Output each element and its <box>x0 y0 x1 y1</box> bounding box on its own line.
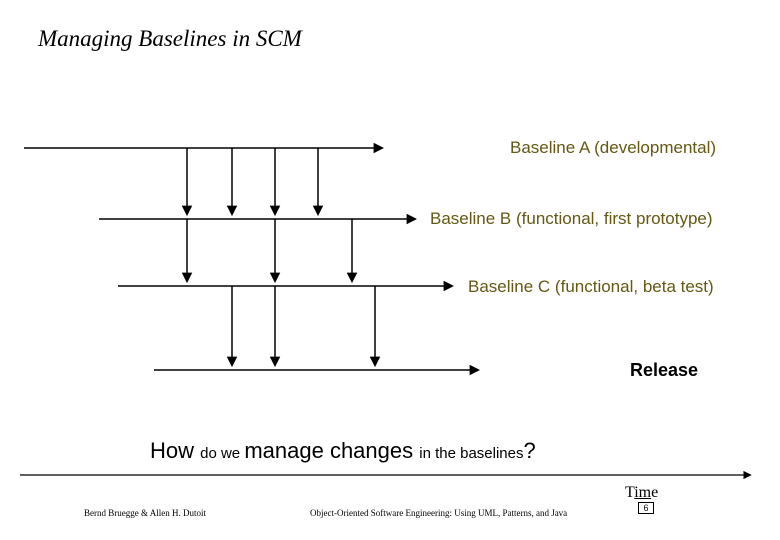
time-label-part: T <box>625 484 634 501</box>
question-word: do we <box>200 445 244 462</box>
question-word: ? <box>523 438 535 463</box>
baseline-b-label: Baseline B (functional, first prototype) <box>430 209 713 229</box>
release-label: Release <box>630 360 698 381</box>
footer-authors: Bernd Bruegge & Allen H. Dutoit <box>84 508 206 518</box>
time-label-part: im <box>634 484 651 501</box>
footer-book-title: Object-Oriented Software Engineering: Us… <box>310 508 567 518</box>
question-text: How do we manage changes in the baseline… <box>150 438 536 464</box>
time-label: Time <box>625 484 658 502</box>
baseline-a-label: Baseline A (developmental) <box>510 138 716 158</box>
baseline-c-label: Baseline C (functional, beta test) <box>468 277 714 297</box>
question-word: manage changes <box>244 438 419 463</box>
page-number-badge: 6 <box>638 502 654 514</box>
question-word: How <box>150 438 200 463</box>
question-word: in the baselines <box>419 445 523 462</box>
time-label-part: e <box>651 484 658 501</box>
